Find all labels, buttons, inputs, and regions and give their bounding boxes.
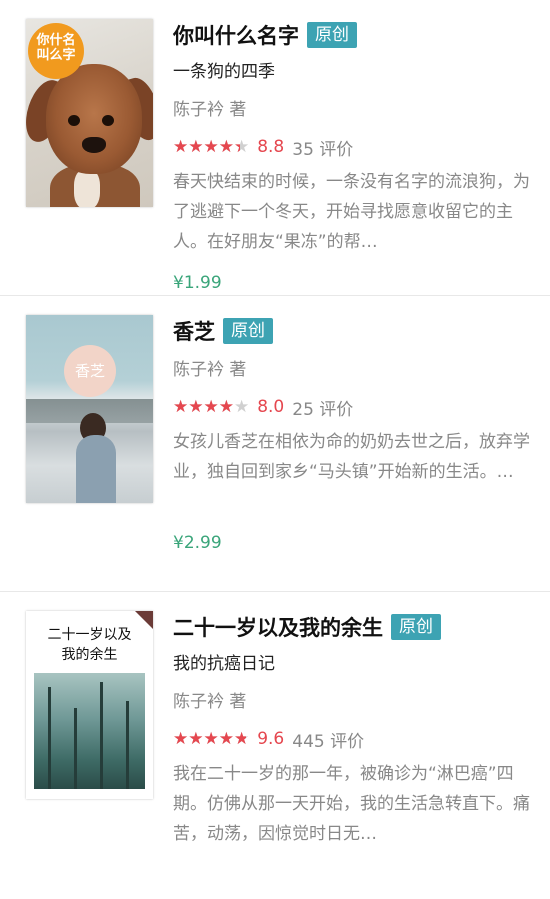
cover-title-logo: 二十一岁以及 我的余生: [47, 627, 132, 663]
book-title[interactable]: 香芝: [173, 316, 215, 346]
review-count: 445 评价: [292, 731, 365, 752]
book-author[interactable]: 陈子衿 著: [173, 687, 534, 713]
rating-score: 8.0: [257, 397, 285, 417]
cover-title-logo: 香芝: [64, 345, 116, 397]
book-author[interactable]: 陈子衿 著: [173, 355, 534, 381]
book-list: 你什名叫么字 你叫什么名字 原创 一条狗的四季 陈子衿 著 ★★★★★★★★★★…: [0, 0, 550, 898]
rating-score: 9.6: [257, 729, 285, 749]
original-badge: 原创: [223, 318, 273, 344]
book-item[interactable]: 你什名叫么字 你叫什么名字 原创 一条狗的四季 陈子衿 著 ★★★★★★★★★★…: [0, 0, 550, 296]
book-cover[interactable]: 二十一岁以及 我的余生: [26, 611, 153, 799]
rating-row: ★★★★★★★★★★ 8.8 35 评价: [173, 135, 534, 160]
book-title[interactable]: 二十一岁以及我的余生: [173, 612, 383, 642]
rating-score: 8.8: [257, 137, 285, 157]
star-rating-icon: ★★★★★★★★★★: [173, 396, 250, 417]
book-title[interactable]: 你叫什么名字: [173, 20, 299, 50]
book-price[interactable]: ¥2.99: [173, 533, 534, 553]
rating-row: ★★★★★ ★★★★★ 9.6 445 评价: [173, 727, 534, 752]
star-rating-icon: ★★★★★★★★★★: [173, 136, 250, 157]
cover-title-logo: 你什名 叫么字: [28, 23, 84, 79]
review-count: 35 评价: [292, 139, 354, 160]
book-price[interactable]: ¥1.99: [173, 273, 534, 293]
book-subtitle: 我的抗癌日记: [173, 654, 275, 674]
rating-row: ★★★★★★★★★★ 8.0 25 评价: [173, 395, 534, 420]
book-cover[interactable]: 你什名 叫么字: [26, 19, 153, 207]
book-subtitle: 一条狗的四季: [173, 62, 275, 82]
original-badge: 原创: [307, 22, 357, 48]
star-rating-icon: ★★★★★★★★★★: [173, 728, 250, 749]
book-description: 我在二十一岁的那一年，被确诊为“淋巴癌”四期。仿佛从那一天开始，我的生活急转直下…: [173, 764, 530, 844]
book-description: 春天快结束的时候，一条没有名字的流浪狗，为了逃避下一个冬天，开始寻找愿意收留它的…: [173, 172, 530, 252]
cover-art: [34, 673, 145, 789]
book-item[interactable]: 香芝 香芝 原创 陈子衿 著 ★★★★★★★★★★ 8.0 25 评价 女孩儿香…: [0, 296, 550, 592]
review-count: 25 评价: [292, 399, 354, 420]
book-item[interactable]: 二十一岁以及 我的余生 二十一岁以及我的余生 原创 我的抗癌日记 陈子衿 著 ★★…: [0, 592, 550, 898]
book-description: 女孩儿香芝在相依为命的奶奶去世之后，放弃学业，独自回到家乡“马头镇”开始新的生活…: [173, 432, 530, 482]
original-badge: 原创: [391, 614, 441, 640]
book-cover[interactable]: 香芝: [26, 315, 153, 503]
book-author[interactable]: 陈子衿 著: [173, 95, 534, 121]
